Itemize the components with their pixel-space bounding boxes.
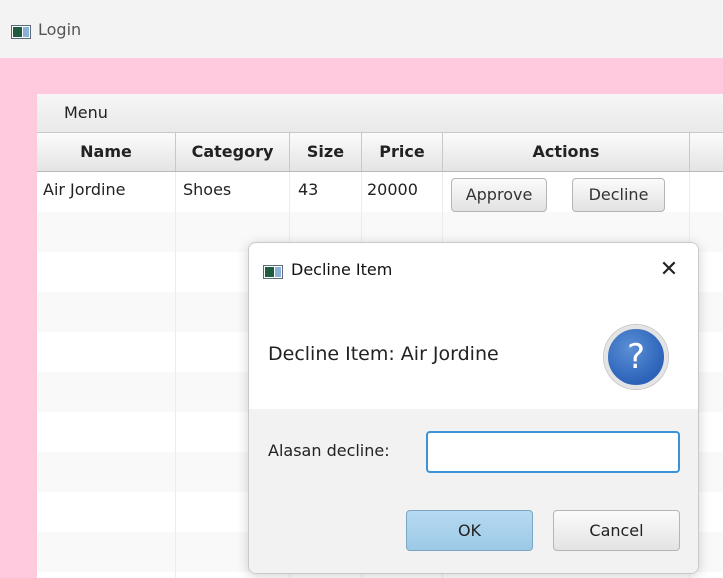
column-header-price[interactable]: Price bbox=[362, 133, 443, 171]
cell-price: 20000 bbox=[367, 180, 418, 199]
approve-button[interactable]: Approve bbox=[451, 178, 547, 212]
cancel-button[interactable]: Cancel bbox=[553, 510, 680, 551]
reason-input[interactable] bbox=[426, 431, 680, 473]
dialog-header: Decline Item: Air Jordine ? bbox=[249, 298, 698, 410]
column-header-filler bbox=[690, 133, 723, 171]
dialog-title: Decline Item bbox=[291, 260, 393, 279]
app-icon bbox=[263, 265, 283, 279]
table-row[interactable]: Air Jordine Shoes 43 20000 Approve Decli… bbox=[37, 172, 723, 212]
dialog-titlebar: Decline Item ✕ bbox=[249, 243, 698, 298]
dialog-message: Decline Item: Air Jordine bbox=[268, 343, 499, 365]
cell-category: Shoes bbox=[183, 180, 232, 199]
column-header-actions[interactable]: Actions bbox=[443, 133, 690, 171]
dialog-body: Alasan decline: OK Cancel bbox=[249, 409, 698, 573]
app-icon bbox=[11, 25, 31, 39]
cell-size: 43 bbox=[298, 180, 319, 199]
menu-bar: Menu bbox=[37, 94, 723, 133]
column-header-size[interactable]: Size bbox=[290, 133, 362, 171]
decline-dialog: Decline Item ✕ Decline Item: Air Jordine… bbox=[248, 242, 699, 574]
reason-label: Alasan decline: bbox=[268, 441, 390, 460]
menu-item-menu[interactable]: Menu bbox=[64, 103, 108, 122]
window-title: Login bbox=[38, 20, 82, 39]
close-icon[interactable]: ✕ bbox=[654, 255, 684, 285]
column-header-category[interactable]: Category bbox=[176, 133, 290, 171]
column-divider bbox=[175, 172, 176, 578]
table-header: Name Category Size Price Actions bbox=[37, 133, 723, 172]
question-icon: ? bbox=[604, 325, 668, 389]
ok-button[interactable]: OK bbox=[406, 510, 533, 551]
window-titlebar: Login bbox=[0, 0, 723, 58]
column-header-name[interactable]: Name bbox=[37, 133, 176, 171]
decline-button[interactable]: Decline bbox=[572, 178, 665, 212]
cell-name: Air Jordine bbox=[43, 180, 126, 199]
